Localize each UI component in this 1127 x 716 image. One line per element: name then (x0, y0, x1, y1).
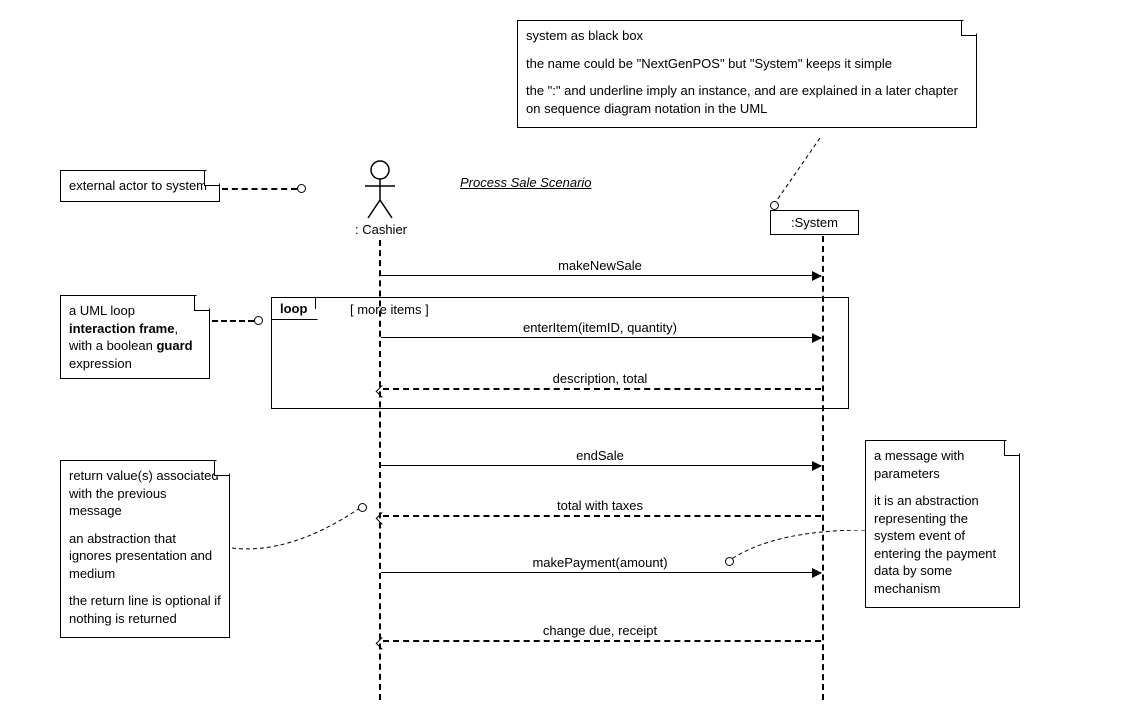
note-fold-icon (961, 21, 976, 36)
note-fold-icon (204, 171, 219, 186)
arrowhead-right-icon (812, 333, 822, 343)
message-arrow (381, 465, 821, 466)
message-label-enterItem: enterItem(itemID, quantity) (450, 320, 750, 335)
message-label-endSale: endSale (450, 448, 750, 463)
message-arrow (381, 337, 821, 338)
note-fold-icon (1004, 441, 1019, 456)
note-text: expression (69, 356, 132, 371)
actor-label: : Cashier (350, 222, 412, 237)
note-text: external actor to system (69, 178, 207, 193)
note-text: system as black box (526, 27, 968, 45)
note-anchor-line (230, 500, 370, 555)
note-anchor-line (770, 138, 830, 210)
note-external-actor: external actor to system (60, 170, 220, 202)
note-text: the ":" and underline imply an instance,… (526, 82, 968, 117)
anchor-circle-icon (358, 503, 367, 512)
loop-guard: [ more items ] (350, 302, 429, 317)
note-fold-icon (194, 296, 209, 311)
note-text: a message with parameters (874, 447, 1011, 482)
system-label: :System (791, 215, 838, 230)
return-arrow (383, 515, 821, 517)
anchor-circle-icon (770, 201, 779, 210)
anchor-circle-icon (254, 316, 263, 325)
note-text: return value(s) associated with the prev… (69, 467, 221, 520)
note-text: a UML loop (69, 303, 135, 318)
arrowhead-right-icon (812, 461, 822, 471)
return-label-description-total: description, total (450, 371, 750, 386)
arrowhead-right-icon (812, 271, 822, 281)
actor-icon (360, 160, 400, 220)
note-text: it is an abstraction representing the sy… (874, 492, 1011, 597)
loop-operator-label: loop (272, 298, 316, 320)
note-text: interaction frame (69, 321, 174, 336)
anchor-circle-icon (297, 184, 306, 193)
return-label-change-due-receipt: change due, receipt (450, 623, 750, 638)
arrowhead-right-icon (812, 568, 822, 578)
message-label-makePayment: makePayment(amount) (450, 555, 750, 570)
return-label-total-with-taxes: total with taxes (450, 498, 750, 513)
note-return-value: return value(s) associated with the prev… (60, 460, 230, 638)
note-anchor-line (222, 188, 297, 190)
diagram-title: Process Sale Scenario (460, 175, 592, 190)
return-arrow (383, 388, 821, 390)
note-text: guard (156, 338, 192, 353)
note-system-blackbox: system as black box the name could be "N… (517, 20, 977, 128)
loop-interaction-frame: loop [ more items ] (271, 297, 849, 409)
message-arrow (381, 275, 821, 276)
note-anchor-line (212, 320, 254, 322)
note-loop-frame: a UML loop interaction frame, with a boo… (60, 295, 210, 379)
arrowhead-left-open-icon (376, 637, 389, 650)
note-text: an abstraction that ignores presentation… (69, 530, 221, 583)
note-fold-icon (214, 461, 229, 476)
note-text: the name could be "NextGenPOS" but "Syst… (526, 55, 968, 73)
message-label-makeNewSale: makeNewSale (450, 258, 750, 273)
note-message-parameters: a message with parameters it is an abstr… (865, 440, 1020, 608)
note-text: the return line is optional if nothing i… (69, 592, 221, 627)
message-arrow (381, 572, 821, 573)
return-arrow (383, 640, 821, 642)
system-lifeline-head: :System (770, 210, 859, 235)
arrowhead-left-open-icon (376, 512, 389, 525)
